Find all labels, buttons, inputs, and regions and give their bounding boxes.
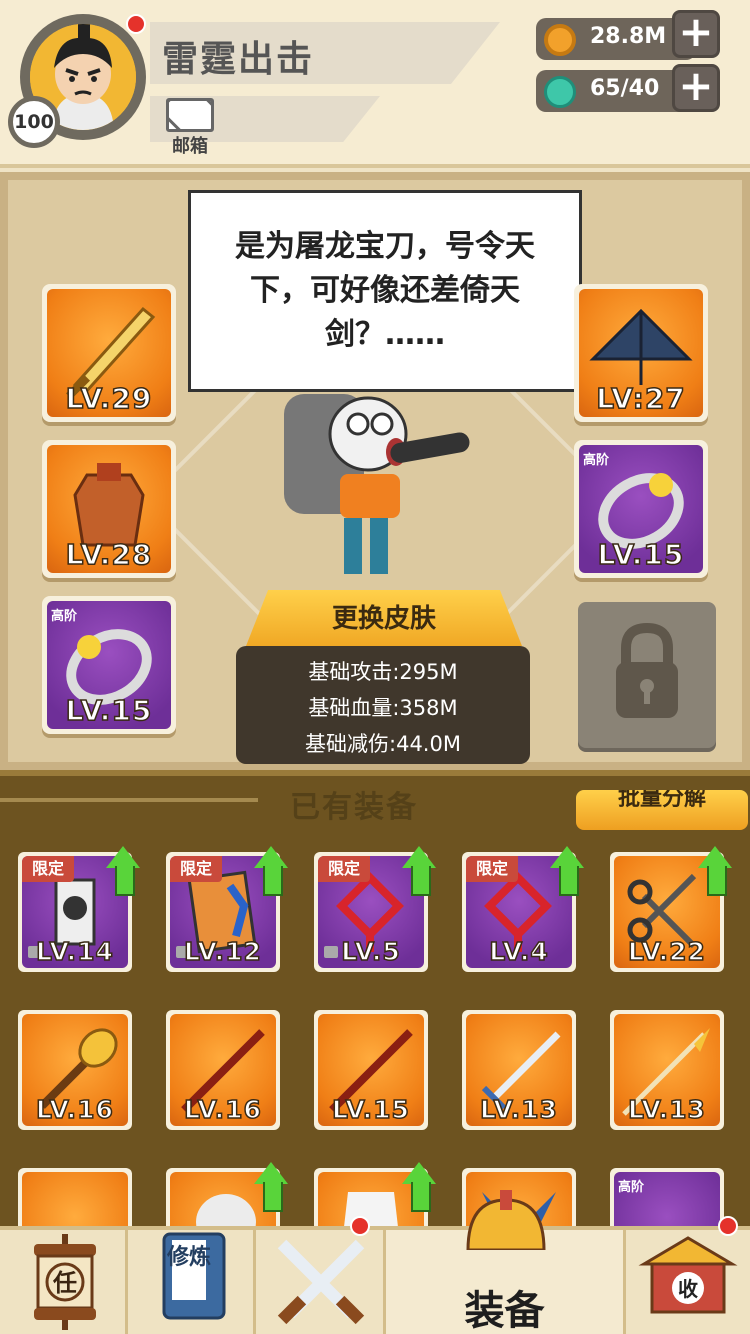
nav-battle[interactable] <box>256 1230 386 1334</box>
nav-equipment-label: 装备 <box>464 1288 545 1334</box>
equip-slot-ring-right[interactable]: 高阶 LV.15 <box>574 440 708 578</box>
title-divider <box>0 798 258 802</box>
gem-value: 65/40 <box>590 76 660 101</box>
batch-decompose-button[interactable]: 批量分解 <box>576 790 748 830</box>
inventory-item[interactable] <box>18 1168 132 1230</box>
add-gold-button[interactable]: + <box>672 10 720 58</box>
limited-tag: 限定 <box>466 856 518 882</box>
inventory-item[interactable]: LV.13 <box>610 1010 724 1130</box>
item-level: LV.5 <box>340 936 401 967</box>
nav-collection[interactable]: 收 <box>626 1230 750 1334</box>
inventory-item[interactable]: LV.15 <box>314 1010 428 1130</box>
task-scroll-icon: 任 <box>34 1234 96 1330</box>
stat-attack: 基础攻击:295M <box>308 660 458 684</box>
top-bar: 100 雷霆出击 邮箱 28.8M + 65/40 + <box>0 0 750 168</box>
upgrade-arrow-icon <box>254 846 288 896</box>
crossed-swords-icon <box>277 1239 365 1325</box>
inventory-item[interactable]: LV.16 <box>18 1010 132 1130</box>
item-level: LV.13 <box>479 1094 558 1125</box>
cultivate-book-icon: 修炼 <box>162 1232 226 1320</box>
inventory-panel: 已有装备 批量分解 限定 LV.14 限定 LV.12 限定 LV.5 限定 L… <box>0 770 750 1230</box>
upgrade-arrow-icon <box>106 846 140 896</box>
item-level: LV.16 <box>183 1094 262 1125</box>
add-gem-button[interactable]: + <box>672 64 720 112</box>
equip-slot-armor[interactable]: LV.28 <box>42 440 176 578</box>
limited-tag: 限定 <box>318 856 370 882</box>
item-level: LV.14 <box>35 936 114 967</box>
item-level: LV.16 <box>35 1094 114 1125</box>
padlock-icon <box>616 622 678 718</box>
upgrade-arrow-icon <box>402 846 436 896</box>
equip-level: LV.28 <box>65 537 153 572</box>
item-level: LV.22 <box>627 936 706 967</box>
base-stats-panel: 基础攻击:295M 基础血量:358M 基础减伤:44.0M <box>236 646 530 764</box>
equip-level: LV:27 <box>595 381 686 416</box>
gem-icon <box>544 76 576 108</box>
nav-tasks[interactable]: 任 <box>0 1230 128 1334</box>
task-icon-glyph: 任 <box>52 1269 77 1297</box>
bottom-nav: 任 修炼 装备 收 <box>0 1190 750 1334</box>
gold-value: 28.8M <box>590 24 667 49</box>
item-level: LV.4 <box>488 936 549 967</box>
equip-level: LV.15 <box>65 693 153 728</box>
gold-coin-icon <box>544 24 576 56</box>
inventory-item[interactable]: LV.16 <box>166 1010 280 1130</box>
stat-hp: 基础血量:358M <box>308 696 458 720</box>
shop-building-icon: 收 <box>638 1236 738 1314</box>
stat-defense: 基础减伤:44.0M <box>305 732 461 756</box>
locked-slot[interactable] <box>578 602 716 748</box>
limited-tag: 限定 <box>170 856 222 882</box>
collect-icon-glyph: 收 <box>678 1277 698 1301</box>
mail-button[interactable]: 邮箱 <box>164 98 216 158</box>
inventory-item[interactable]: LV.13 <box>462 1010 576 1130</box>
rarity-tag: 高阶 <box>583 453 610 468</box>
speech-bubble: 是为屠龙宝刀，号令天下，可好像还差倚天剑？…… <box>188 190 582 392</box>
equip-slot-hat[interactable]: LV:27 <box>574 284 708 422</box>
player-level-badge: 100 <box>8 96 60 148</box>
change-skin-label: 更换皮肤 <box>331 604 436 634</box>
inventory-item[interactable]: 高阶 <box>610 1168 724 1230</box>
avatar-notification-dot <box>126 14 146 34</box>
nav-cultivate[interactable]: 修炼 <box>128 1230 256 1334</box>
equip-level: LV.15 <box>597 537 685 572</box>
inventory-title: 已有装备 <box>290 790 418 825</box>
equip-slot-ring-left[interactable]: 高阶 LV.15 <box>42 596 176 734</box>
nav-equipment[interactable]: 装备 <box>386 1190 626 1334</box>
shelter-icon: 高阶 <box>614 1172 720 1230</box>
rarity-tag: 高阶 <box>51 609 78 624</box>
limited-tag: 限定 <box>22 856 74 882</box>
equip-level: LV.29 <box>65 381 153 416</box>
hat-icon <box>22 1172 128 1230</box>
equipment-stage: LV.29 LV.28 高阶 LV.15 是为屠龙宝刀，号令天下，可好像还差倚天… <box>0 172 750 770</box>
cultivate-icon-glyph: 修炼 <box>166 1244 211 1270</box>
player-character-icon[interactable] <box>278 394 478 584</box>
nav-collection-notification-dot <box>718 1216 738 1236</box>
equip-slot-weapon[interactable]: LV.29 <box>42 284 176 422</box>
mail-label: 邮箱 <box>172 136 208 157</box>
player-name: 雷霆出击 <box>162 39 315 80</box>
upgrade-arrow-icon <box>698 846 732 896</box>
upgrade-arrow-icon <box>254 1162 288 1212</box>
mail-icon <box>166 98 214 132</box>
item-level: LV.15 <box>331 1094 410 1125</box>
upgrade-arrow-icon <box>550 846 584 896</box>
item-level: LV.12 <box>183 936 262 967</box>
helmet-icon <box>466 1190 546 1250</box>
item-level: LV.13 <box>627 1094 706 1125</box>
